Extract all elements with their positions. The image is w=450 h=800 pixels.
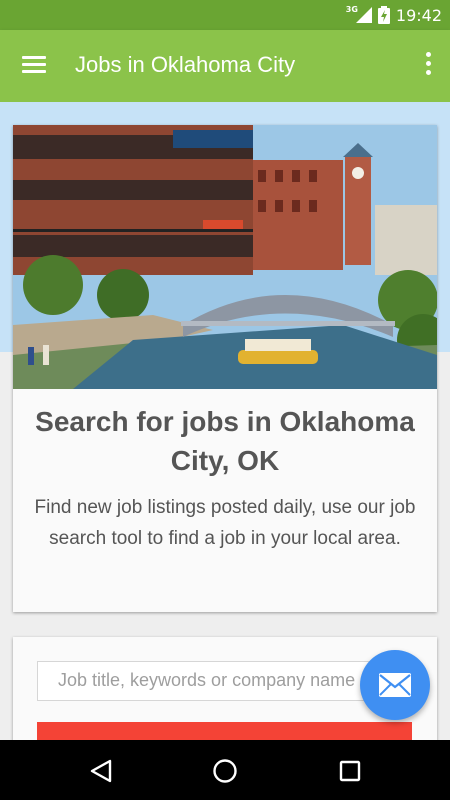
network-type: 3G — [345, 4, 358, 14]
more-vert-icon[interactable] — [422, 52, 434, 80]
recents-square-icon[interactable] — [337, 758, 363, 784]
home-circle-icon[interactable] — [212, 758, 238, 784]
battery-icon — [377, 6, 390, 24]
app-title: Jobs in Oklahoma City — [75, 52, 296, 77]
card-heading: Search for jobs in Oklahoma City, OK — [35, 406, 415, 476]
clock: 19:42 — [395, 5, 442, 25]
card-description: Find new job listings posted daily, use … — [34, 497, 416, 549]
mail-icon — [379, 673, 411, 697]
job-search-input[interactable]: Job title, keywords or company name — [37, 661, 412, 701]
status-bar: 3G 19:42 — [0, 0, 450, 30]
hamburger-menu-icon[interactable] — [22, 54, 48, 78]
app-bar: Jobs in Oklahoma City — [0, 30, 450, 102]
status-icons: 3G 19:42 — [338, 0, 442, 30]
mail-fab-button[interactable] — [360, 650, 430, 720]
intro-card: Search for jobs in Oklahoma City, OK Fin… — [13, 125, 437, 612]
back-triangle-icon[interactable] — [88, 758, 114, 784]
system-nav-bar — [0, 740, 450, 800]
city-photo — [13, 125, 437, 389]
main-content[interactable]: Search for jobs in Oklahoma City, OK Fin… — [0, 102, 450, 762]
signal-icon — [355, 7, 372, 23]
